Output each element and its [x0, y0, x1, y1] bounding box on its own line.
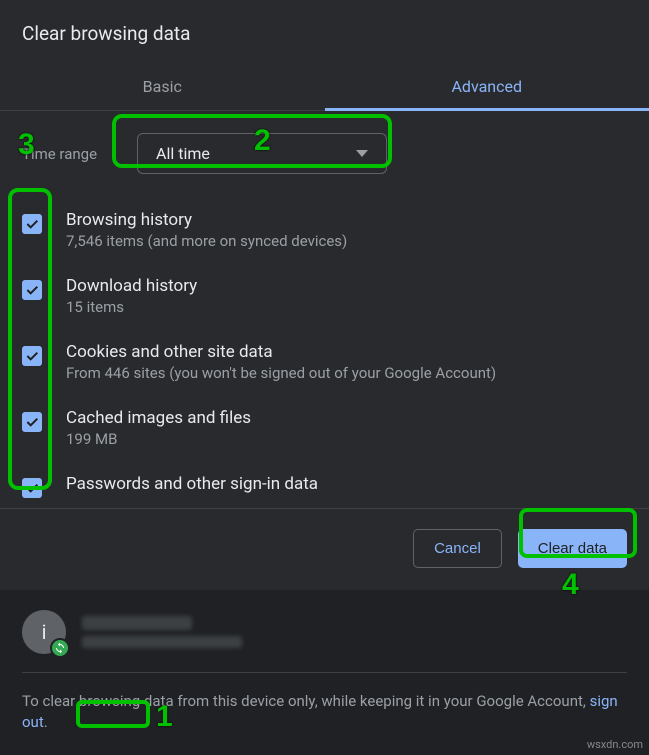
check-icon [24, 414, 40, 430]
dialog-body: Time range All time Browsing history 7,5… [0, 111, 649, 508]
check-icon [24, 348, 40, 364]
tab-advanced[interactable]: Advanced [325, 63, 649, 110]
checkbox-passwords[interactable] [22, 478, 42, 498]
cancel-button[interactable]: Cancel [413, 529, 502, 568]
check-icon [24, 282, 40, 298]
list-item[interactable]: Download history 15 items [22, 264, 627, 330]
item-title: Cached images and files [66, 408, 251, 428]
dialog-actions: Cancel Clear data [0, 509, 649, 590]
clear-data-button[interactable]: Clear data [518, 529, 627, 568]
check-icon [24, 480, 40, 496]
dialog-title: Clear browsing data [0, 0, 649, 63]
item-title: Passwords and other sign-in data [66, 474, 318, 494]
checkbox-cookies[interactable] [22, 346, 42, 366]
clear-browsing-data-dialog: Clear browsing data Basic Advanced Time … [0, 0, 649, 590]
checkbox-cached[interactable] [22, 412, 42, 432]
item-title: Download history [66, 276, 197, 296]
list-item[interactable]: Browsing history 7,546 items (and more o… [22, 198, 627, 264]
avatar-letter: i [42, 620, 47, 644]
check-icon [24, 216, 40, 232]
list-item[interactable]: Cookies and other site data From 446 sit… [22, 330, 627, 396]
account-info-redacted [82, 616, 242, 648]
checkbox-download-history[interactable] [22, 280, 42, 300]
item-title: Cookies and other site data [66, 342, 496, 362]
item-sub: 15 items [66, 298, 197, 316]
time-range-label: Time range [22, 145, 97, 163]
avatar: i [22, 610, 66, 654]
list-item[interactable]: Passwords and other sign-in data [22, 462, 627, 498]
watermark: wsxdn.com [587, 738, 643, 751]
footer-before: To clear browsing data from this device … [22, 692, 590, 710]
footer-text: To clear browsing data from this device … [0, 673, 649, 755]
item-sub: 7,546 items (and more on synced devices) [66, 232, 347, 250]
chevron-down-icon [356, 150, 368, 157]
tab-basic[interactable]: Basic [0, 63, 325, 110]
item-title: Browsing history [66, 210, 347, 230]
list-item[interactable]: Cached images and files 199 MB [22, 396, 627, 462]
time-range-selected: All time [156, 144, 356, 163]
footer-after: . [44, 713, 48, 731]
time-range-select[interactable]: All time [137, 133, 387, 174]
tabs: Basic Advanced [0, 63, 649, 111]
item-sub: From 446 sites (you won't be signed out … [66, 364, 496, 382]
item-sub: 199 MB [66, 430, 251, 448]
time-range-row: Time range All time [22, 133, 627, 174]
sync-badge-icon [50, 638, 70, 658]
checkbox-browsing-history[interactable] [22, 214, 42, 234]
account-row: i [0, 590, 649, 672]
